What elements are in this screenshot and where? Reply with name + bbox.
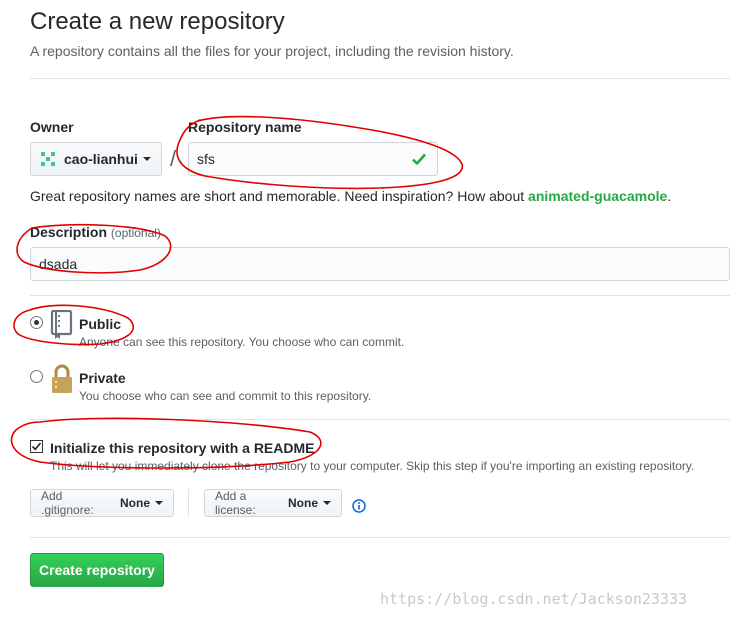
check-icon <box>412 153 426 165</box>
public-description: Anyone can see this repository. You choo… <box>79 335 405 349</box>
readme-description: This will let you immediately clone the … <box>50 459 695 473</box>
repository-name-label: Repository name <box>188 119 302 135</box>
repository-name-value: sfs <box>197 151 215 167</box>
lock-icon <box>52 364 72 393</box>
header-divider <box>30 78 730 79</box>
description-label-text: Description <box>30 224 108 240</box>
owner-label: Owner <box>30 119 74 135</box>
watermark: https://blog.csdn.net/Jackson23333 <box>380 590 688 608</box>
annotation-scribbles <box>10 115 464 469</box>
select-separator <box>188 489 189 517</box>
repository-name-input[interactable]: sfs <box>188 142 438 176</box>
chevron-down-icon <box>142 157 151 161</box>
page-title: Create a new repository <box>30 8 285 35</box>
gitignore-select[interactable]: Add .gitignore: None <box>30 489 174 517</box>
gitignore-label: Add .gitignore: <box>41 489 94 517</box>
gitignore-value: None <box>120 496 150 510</box>
description-input[interactable]: dsada <box>30 247 730 281</box>
section-divider <box>30 295 730 296</box>
private-title: Private <box>79 370 126 386</box>
checkmark-icon <box>31 442 42 451</box>
owner-select[interactable]: cao-lianhui <box>30 142 162 176</box>
info-icon[interactable] <box>352 499 366 513</box>
readme-title: Initialize this repository with a README <box>50 440 315 456</box>
page-subtitle: A repository contains all the files for … <box>30 43 514 59</box>
public-title: Public <box>79 316 122 332</box>
optional-tag: (optional) <box>110 226 161 240</box>
section-divider <box>30 537 730 538</box>
repo-book-icon <box>50 310 73 339</box>
chevron-down-icon <box>323 501 331 505</box>
public-radio[interactable] <box>30 316 43 329</box>
license-value: None <box>288 496 318 510</box>
description-value: dsada <box>39 256 78 272</box>
hint-end: . <box>667 188 672 204</box>
name-suggestion-link[interactable]: animated-guacamole <box>528 188 667 204</box>
readme-checkbox[interactable] <box>30 440 43 453</box>
owner-repo-separator: / <box>170 146 177 171</box>
owner-value: cao-lianhui <box>64 151 138 167</box>
hint-text: Great repository names are short and mem… <box>30 188 529 204</box>
private-description: You choose who can see and commit to thi… <box>79 389 372 403</box>
chevron-down-icon <box>155 501 163 505</box>
create-repository-button[interactable]: Create repository <box>30 553 164 587</box>
repository-name-hint: Great repository names are short and mem… <box>30 188 671 204</box>
license-label: Add a license: <box>215 489 256 517</box>
owner-avatar-icon <box>41 152 55 166</box>
description-label: Description (optional) <box>30 224 161 240</box>
license-select[interactable]: Add a license: None <box>204 489 342 517</box>
section-divider <box>30 419 730 420</box>
private-radio[interactable] <box>30 370 43 383</box>
